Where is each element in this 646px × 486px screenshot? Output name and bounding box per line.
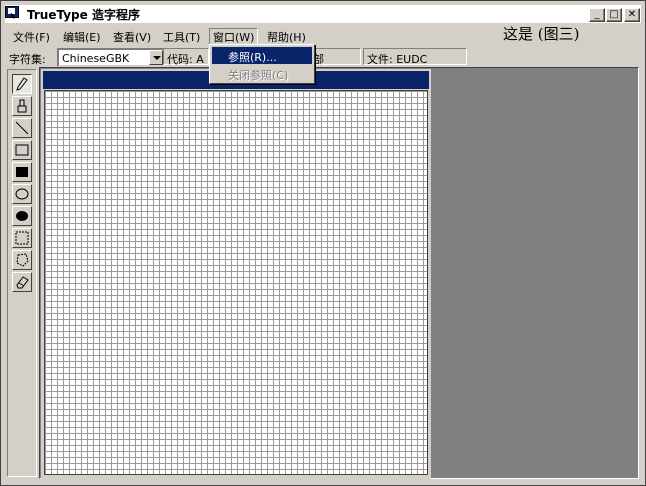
- menu-window[interactable]: 窗口(W): [209, 28, 259, 45]
- hollow-ellipse-tool[interactable]: [12, 184, 32, 204]
- editor-window: 编: [41, 69, 431, 479]
- freeform-select-icon: [16, 253, 29, 267]
- maximize-button[interactable]: □: [606, 8, 622, 22]
- filled-rectangle-tool[interactable]: [12, 162, 32, 182]
- pencil-tool[interactable]: [12, 74, 32, 94]
- font-field: 部: [309, 48, 361, 66]
- code-field: 代码: A: [163, 48, 209, 66]
- mdi-workspace: 编: [39, 67, 639, 479]
- hollow-rectangle-tool[interactable]: [12, 140, 32, 160]
- window-title: TrueType 造字程序: [27, 8, 140, 22]
- brush-icon: [17, 99, 27, 113]
- app-window: TrueType 造字程序 _ □ ✕ 这是 (图三) 文件(F) 编辑(E) …: [0, 0, 646, 486]
- filled-rectangle-icon: [16, 167, 28, 177]
- brush-tool[interactable]: [12, 96, 32, 116]
- menu-bar: 文件(F) 编辑(E) 查看(V) 工具(T) 窗口(W) 帮助(H): [5, 25, 641, 45]
- minimize-button[interactable]: _: [589, 8, 605, 22]
- hollow-ellipse-icon: [15, 188, 29, 200]
- charset-value: ChineseGBK: [62, 52, 130, 65]
- rect-select-icon: [15, 231, 29, 245]
- charset-select[interactable]: ChineseGBK: [57, 48, 165, 67]
- tool-palette: [7, 69, 37, 477]
- file-label: 文件: EUDC: [367, 53, 428, 66]
- chevron-down-icon[interactable]: [149, 50, 163, 65]
- menu-item-reference[interactable]: 参照(R)...: [212, 47, 312, 64]
- window-menu-dropdown: 参照(R)... 关闭参照(C): [209, 44, 315, 84]
- glyph-edit-grid[interactable]: [44, 90, 428, 475]
- charset-label: 字符集:: [9, 53, 46, 66]
- filled-ellipse-tool[interactable]: [12, 206, 32, 226]
- menu-edit[interactable]: 编辑(E): [59, 28, 105, 45]
- hollow-rectangle-icon: [15, 144, 29, 156]
- menu-item-close-reference[interactable]: 关闭参照(C): [212, 65, 312, 82]
- rect-select-tool[interactable]: [12, 228, 32, 248]
- code-label: 代码: A: [167, 53, 204, 66]
- eraser-tool[interactable]: [12, 272, 32, 292]
- toolbar: 字符集: ChineseGBK 代码: A 部 文件: EUDC: [5, 47, 641, 67]
- line-icon: [15, 121, 29, 135]
- app-icon[interactable]: [5, 6, 19, 18]
- menu-help[interactable]: 帮助(H): [263, 28, 310, 45]
- eraser-icon: [16, 276, 29, 289]
- menu-view[interactable]: 查看(V): [109, 28, 155, 45]
- freeform-select-tool[interactable]: [12, 250, 32, 270]
- menu-tools[interactable]: 工具(T): [159, 28, 204, 45]
- file-field: 文件: EUDC: [363, 48, 467, 66]
- line-tool[interactable]: [12, 118, 32, 138]
- pencil-icon: [16, 77, 28, 91]
- menu-file[interactable]: 文件(F): [9, 28, 54, 45]
- close-button[interactable]: ✕: [624, 8, 640, 22]
- filled-ellipse-icon: [16, 211, 28, 221]
